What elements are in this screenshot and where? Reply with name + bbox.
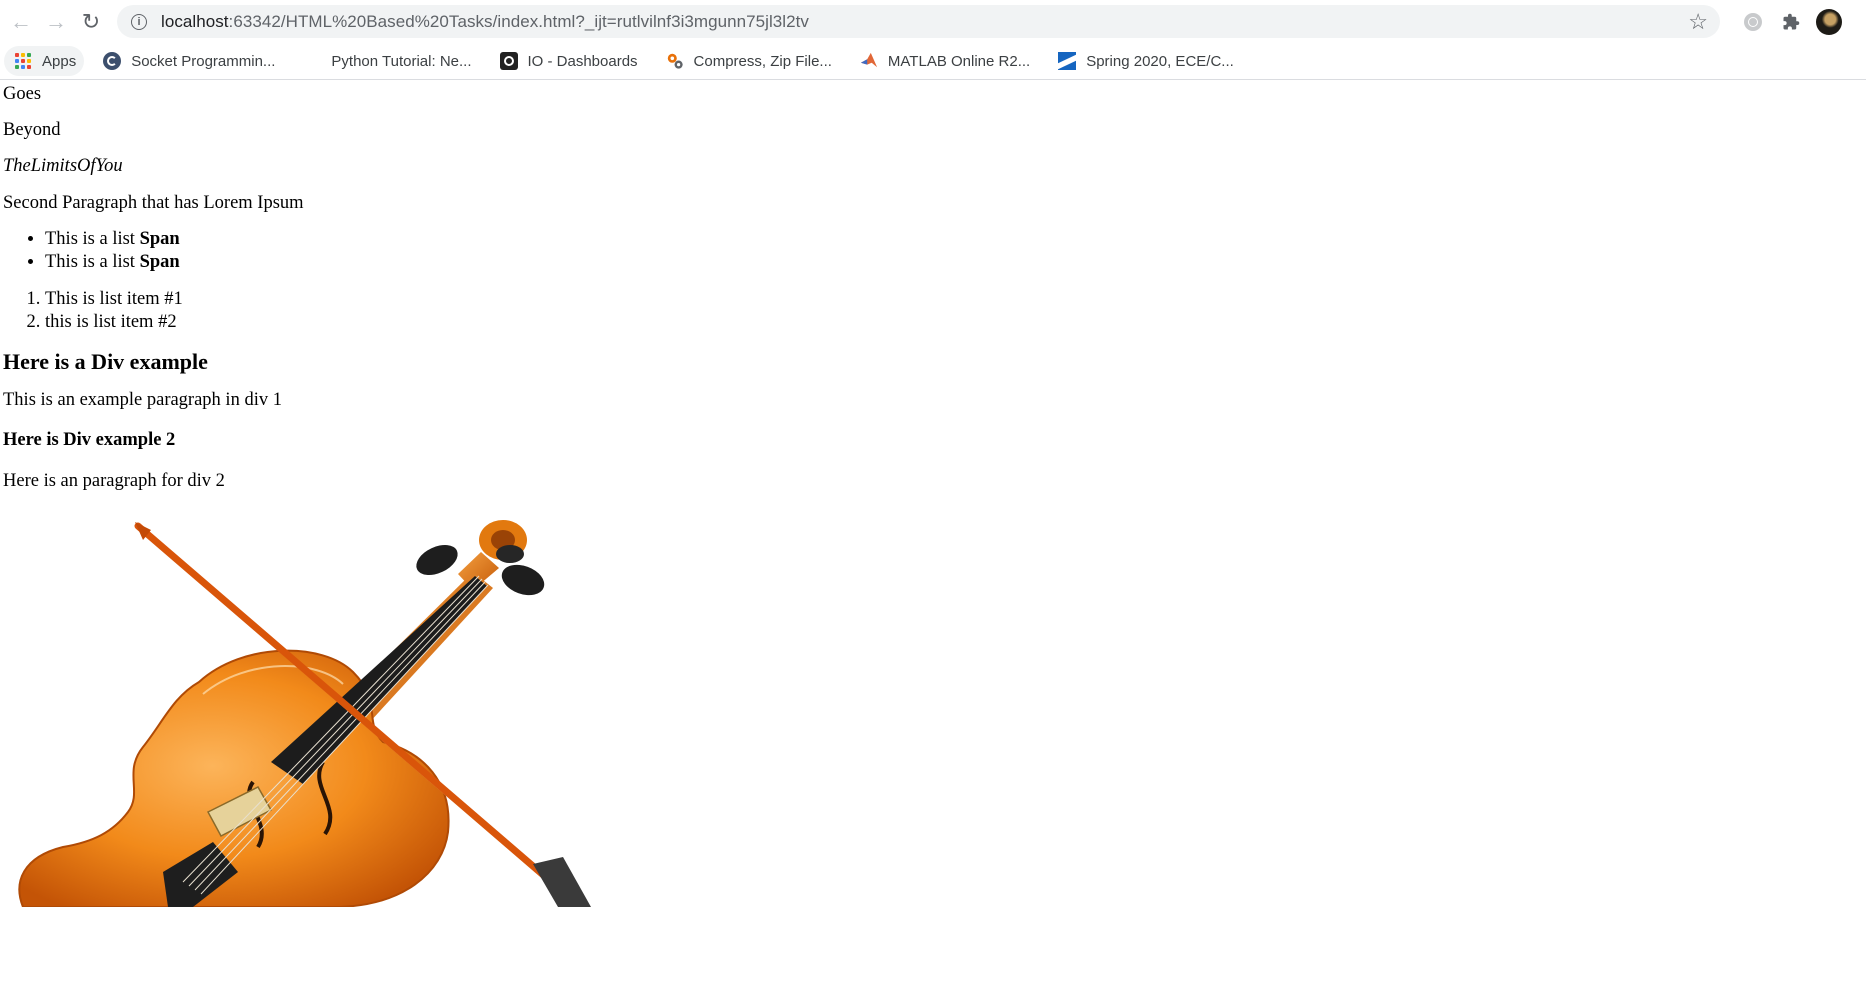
bookmark-matlab-online[interactable]: MATLAB Online R2... <box>851 46 1039 76</box>
bookmark-label: Compress, Zip File... <box>693 52 832 70</box>
unordered-list: This is a list Span This is a list Span <box>3 228 1866 274</box>
reload-icon: ↻ <box>81 8 101 34</box>
page-content: Goes Beyond TheLimitsOfYou Second Paragr… <box>0 80 1866 909</box>
bookmark-compress-zip[interactable]: Compress, Zip File... <box>657 46 841 76</box>
list-item: This is list item #1 <box>45 288 1866 311</box>
span-bold: Span <box>139 251 180 272</box>
bookmark-label: Socket Programmin... <box>131 52 276 70</box>
globe-icon <box>1744 12 1762 31</box>
extensions-area <box>1734 8 1842 35</box>
io-icon <box>499 52 518 70</box>
div2-paragraph: Here is an paragraph for div 2 <box>3 470 225 491</box>
bookmark-label: IO - Dashboards <box>527 52 638 70</box>
bookmark-python-tutorial[interactable]: Python Tutorial: Ne... <box>294 46 480 76</box>
address-bar[interactable]: i localhost:63342/HTML%20Based%20Tasks/i… <box>117 5 1720 38</box>
div1-heading: Here is a Div example <box>3 348 208 374</box>
bookmark-spring-2020[interactable]: Spring 2020, ECE/C... <box>1049 46 1243 76</box>
div1-paragraph: This is an example paragraph in div 1 <box>3 390 282 411</box>
spring-icon <box>1058 52 1077 70</box>
text-the-limits-of-you: TheLimitsOfYou <box>3 156 123 177</box>
violin-illustration <box>18 519 591 909</box>
bookmark-label: Python Tutorial: Ne... <box>331 52 472 70</box>
list-item: This is a list Span <box>45 228 1866 251</box>
arrow-right-icon: → <box>45 8 67 34</box>
arrow-left-icon: ← <box>10 8 32 34</box>
extension-globe-button[interactable] <box>1740 9 1766 35</box>
socket-icon <box>103 52 122 70</box>
url-text[interactable]: localhost:63342/HTML%20Based%20Tasks/ind… <box>161 12 809 32</box>
bookmarks-bar: Apps Socket Programmin... Python Tutoria… <box>0 43 1866 80</box>
div2-heading: Here is Div example 2 <box>3 430 176 451</box>
forward-button[interactable]: → <box>42 8 70 36</box>
violin-image <box>3 512 603 909</box>
puzzle-icon <box>1783 13 1800 29</box>
url-host: localhost <box>161 11 229 31</box>
matlab-icon <box>860 52 878 68</box>
second-paragraph: Second Paragraph that has Lorem Ipsum <box>3 192 304 213</box>
bookmark-star-icon[interactable]: ☆ <box>1688 9 1708 35</box>
bookmark-label: Spring 2020, ECE/C... <box>1086 52 1234 70</box>
bookmark-apps[interactable]: Apps <box>4 46 85 76</box>
bookmark-socket-programming[interactable]: Socket Programmin... <box>94 46 284 76</box>
blank-page-icon <box>303 52 321 70</box>
span-bold: Span <box>139 228 180 249</box>
ordered-list: This is list item #1 this is list item #… <box>3 288 1866 334</box>
url-path: :63342/HTML%20Based%20Tasks/index.html?_… <box>228 11 809 31</box>
gears-icon <box>667 53 683 69</box>
bookmark-label: MATLAB Online R2... <box>887 52 1031 70</box>
extensions-button[interactable] <box>1778 9 1804 35</box>
back-button[interactable]: ← <box>7 8 35 36</box>
bookmark-io-dashboards[interactable]: IO - Dashboards <box>491 46 647 76</box>
reload-button[interactable]: ↻ <box>77 8 105 36</box>
bookmark-label: Apps <box>42 52 77 70</box>
text-goes: Goes <box>3 84 42 104</box>
list-item: this is list item #2 <box>45 311 1866 334</box>
text-beyond: Beyond <box>3 120 61 141</box>
browser-toolbar: ← → ↻ i localhost:63342/HTML%20Based%20T… <box>0 0 1866 43</box>
apps-grid-icon <box>14 52 32 70</box>
list-item: This is a list Span <box>45 251 1866 274</box>
site-info-icon[interactable]: i <box>131 13 147 30</box>
profile-avatar[interactable] <box>1816 8 1842 35</box>
